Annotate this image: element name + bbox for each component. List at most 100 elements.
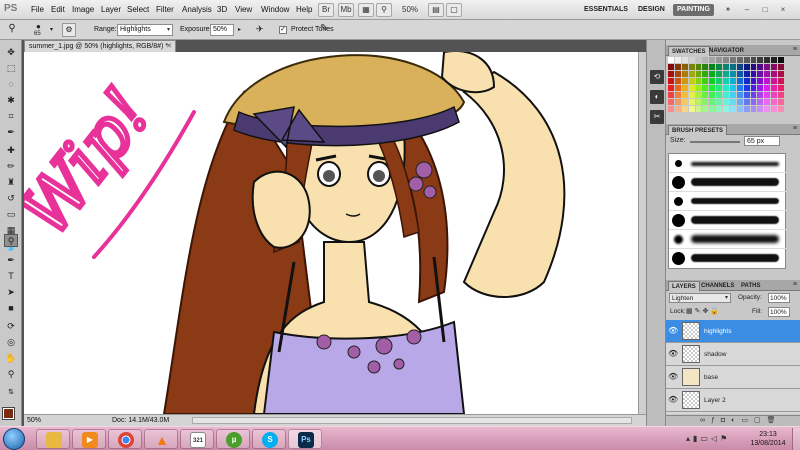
swatch[interactable] bbox=[674, 57, 681, 63]
delete-layer-icon[interactable]: 🗑 bbox=[767, 417, 782, 424]
swatch[interactable] bbox=[729, 85, 736, 91]
swatch[interactable] bbox=[764, 99, 771, 105]
swatch[interactable] bbox=[757, 106, 764, 112]
close-icon[interactable]: × bbox=[776, 4, 790, 16]
swatch[interactable] bbox=[729, 78, 736, 84]
swatch[interactable] bbox=[716, 85, 723, 91]
swatch[interactable] bbox=[750, 64, 757, 70]
swatch[interactable] bbox=[778, 64, 784, 70]
swatch[interactable] bbox=[702, 57, 709, 63]
swatch[interactable] bbox=[674, 92, 681, 98]
new-layer-icon[interactable]: ▢ bbox=[754, 417, 767, 424]
swatch[interactable] bbox=[668, 57, 674, 63]
swatch[interactable] bbox=[743, 71, 750, 77]
swatch[interactable] bbox=[674, 78, 681, 84]
swatch[interactable] bbox=[716, 57, 723, 63]
pressure-size-icon[interactable]: ✎ bbox=[320, 23, 328, 34]
layer-row[interactable]: 👁 highlights bbox=[666, 320, 800, 343]
menu-edit[interactable]: Edit bbox=[51, 5, 65, 14]
swatch[interactable] bbox=[709, 64, 716, 70]
swatch[interactable] bbox=[674, 106, 681, 112]
swatch[interactable] bbox=[709, 106, 716, 112]
swatch[interactable] bbox=[668, 99, 674, 105]
swatch[interactable] bbox=[702, 71, 709, 77]
taskbar-chrome[interactable] bbox=[108, 429, 142, 449]
swatch[interactable] bbox=[668, 78, 674, 84]
swatch[interactable] bbox=[743, 64, 750, 70]
history-panel-icon[interactable]: ⟲ bbox=[650, 70, 664, 84]
swatch[interactable] bbox=[716, 64, 723, 70]
swatch[interactable] bbox=[757, 92, 764, 98]
swatch[interactable] bbox=[750, 57, 757, 63]
swatch[interactable] bbox=[757, 64, 764, 70]
brush-preset[interactable] bbox=[669, 192, 787, 211]
swatch[interactable] bbox=[695, 71, 702, 77]
swatch[interactable] bbox=[668, 71, 674, 77]
swatch[interactable] bbox=[778, 99, 784, 105]
brush-panel-toggle-icon[interactable]: ⚙ bbox=[62, 23, 76, 37]
maximize-icon[interactable]: □ bbox=[758, 4, 772, 16]
swatch[interactable] bbox=[757, 71, 764, 77]
swatch[interactable] bbox=[743, 57, 750, 63]
lock-pixels-icon[interactable]: ✎ bbox=[695, 308, 703, 315]
swatch[interactable] bbox=[778, 57, 784, 63]
swatch[interactable] bbox=[668, 106, 674, 112]
swatch[interactable] bbox=[681, 92, 688, 98]
swatch[interactable] bbox=[688, 78, 695, 84]
swatch[interactable] bbox=[681, 57, 688, 63]
taskbar-vlc[interactable]: ▲ bbox=[144, 429, 178, 449]
close-tab-icon[interactable]: ✕ bbox=[166, 41, 172, 52]
swatch[interactable] bbox=[757, 85, 764, 91]
swatch[interactable] bbox=[723, 85, 729, 91]
layer-row[interactable]: 👁 shadow bbox=[666, 343, 800, 366]
swatch[interactable] bbox=[778, 85, 784, 91]
lock-options[interactable]: ▦✎✥🔒 bbox=[686, 307, 721, 315]
panel-menu-icon[interactable]: ≡ bbox=[793, 281, 797, 288]
brush-picker-chevron-icon[interactable]: ▾ bbox=[50, 26, 53, 33]
swatch[interactable] bbox=[764, 85, 771, 91]
battery-icon[interactable]: ▭ bbox=[700, 434, 711, 443]
taskbar-skype[interactable]: S bbox=[252, 429, 286, 449]
eyedropper-tool-icon[interactable]: ✒ bbox=[4, 126, 18, 139]
swatch[interactable] bbox=[750, 85, 757, 91]
swatch[interactable] bbox=[771, 99, 778, 105]
swatch[interactable] bbox=[778, 92, 784, 98]
swatch[interactable] bbox=[778, 106, 784, 112]
tab-brush-presets[interactable]: BRUSH PRESETS bbox=[668, 125, 728, 135]
eye-icon[interactable]: 👁 bbox=[668, 326, 678, 336]
swatch[interactable] bbox=[771, 85, 778, 91]
swatch[interactable] bbox=[702, 106, 709, 112]
layer-style-icon[interactable]: ƒ bbox=[711, 417, 721, 424]
tab-swatches[interactable]: SWATCHES bbox=[668, 46, 710, 56]
swatch[interactable] bbox=[716, 92, 723, 98]
swatch[interactable] bbox=[736, 78, 743, 84]
swatch[interactable] bbox=[723, 64, 729, 70]
swatch[interactable] bbox=[723, 92, 729, 98]
swatch[interactable] bbox=[723, 99, 729, 105]
swatch[interactable] bbox=[716, 106, 723, 112]
show-desktop-button[interactable] bbox=[792, 428, 800, 450]
swatch[interactable] bbox=[743, 106, 750, 112]
swatch[interactable] bbox=[736, 71, 743, 77]
horizontal-scrollbar[interactable] bbox=[192, 417, 632, 424]
airbrush-icon[interactable]: ✈ bbox=[256, 24, 264, 35]
swatch[interactable] bbox=[771, 57, 778, 63]
swatch[interactable] bbox=[723, 71, 729, 77]
swatch[interactable] bbox=[681, 71, 688, 77]
tab-paths[interactable]: PATHS bbox=[738, 281, 763, 291]
blend-mode-select[interactable]: Lighten ▾ bbox=[669, 293, 731, 303]
brush-preset[interactable] bbox=[669, 154, 787, 173]
taskbar-utorrent[interactable]: µ bbox=[216, 429, 250, 449]
swatch[interactable] bbox=[688, 64, 695, 70]
clone-stamp-tool-icon[interactable]: ♜ bbox=[4, 176, 18, 189]
tab-navigator[interactable]: NAVIGATOR bbox=[706, 46, 747, 56]
arrange-documents-icon[interactable]: ▤ bbox=[428, 3, 444, 17]
swatch[interactable] bbox=[736, 64, 743, 70]
swatch[interactable] bbox=[750, 92, 757, 98]
menu-select[interactable]: Select bbox=[127, 5, 149, 14]
swatch[interactable] bbox=[695, 106, 702, 112]
swatch[interactable] bbox=[716, 78, 723, 84]
lock-all-icon[interactable]: 🔒 bbox=[710, 308, 721, 315]
swatch[interactable] bbox=[723, 57, 729, 63]
swatch[interactable] bbox=[668, 64, 674, 70]
